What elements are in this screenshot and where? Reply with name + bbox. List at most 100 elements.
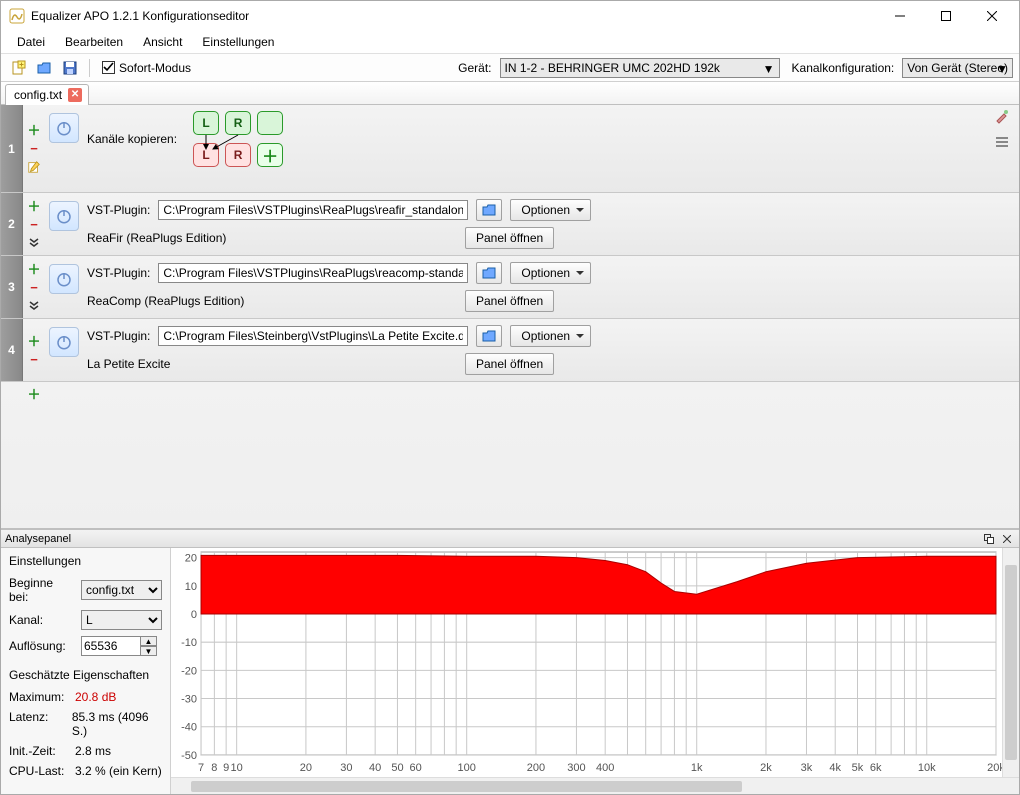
svg-text:30: 30 <box>340 762 352 774</box>
init-time-label: Init.-Zeit: <box>9 744 67 758</box>
svg-text:6k: 6k <box>870 762 882 774</box>
options-button[interactable]: Optionen <box>510 199 591 221</box>
device-select[interactable]: IN 1-2 - BEHRINGER UMC 202HD 192k ▼ <box>500 58 780 78</box>
svg-text:50: 50 <box>391 762 403 774</box>
svg-text:400: 400 <box>596 762 614 774</box>
save-file-button[interactable] <box>59 57 81 79</box>
edit-filter-button[interactable] <box>26 159 42 175</box>
row-number: 3 <box>1 256 23 318</box>
open-panel-button[interactable]: Panel öffnen <box>465 227 554 249</box>
row-controls: ＋ − <box>23 105 45 192</box>
step-down-button[interactable]: ▼ <box>141 646 157 656</box>
svg-text:3k: 3k <box>801 762 813 774</box>
begin-at-select[interactable]: config.txt <box>81 580 162 600</box>
add-filter-button[interactable]: ＋ <box>26 123 42 139</box>
resolution-label: Auflösung: <box>9 639 75 653</box>
remove-filter-button[interactable]: − <box>26 216 42 232</box>
chevron-down-icon: ▼ <box>996 62 1008 76</box>
undock-button[interactable] <box>981 532 997 546</box>
color-picker-button[interactable] <box>989 105 1015 127</box>
menu-view[interactable]: Ansicht <box>133 33 192 51</box>
channel-config-label: Kanalkonfiguration: <box>792 61 895 75</box>
instant-mode-label: Sofort-Modus <box>119 61 191 75</box>
resolution-input[interactable] <box>81 636 141 656</box>
analysis-panel: Analysepanel Einstellungen Beginne bei: … <box>1 529 1019 794</box>
svg-text:5k: 5k <box>852 762 864 774</box>
titlebar: Equalizer APO 1.2.1 Konfigurationseditor <box>1 1 1019 31</box>
max-label: Maximum: <box>9 690 67 704</box>
app-icon <box>9 8 25 24</box>
step-up-button[interactable]: ▲ <box>141 636 157 646</box>
tab-config[interactable]: config.txt ✕ <box>5 84 89 105</box>
filter-row: 3 ＋ − VST-Plugin: Optionen ReaComp (ReaP… <box>1 256 1019 319</box>
vst-plugin-label: VST-Plugin: <box>87 329 150 343</box>
channel-src-R[interactable]: R <box>225 111 251 135</box>
filter-power-button[interactable] <box>49 327 79 357</box>
browse-button[interactable] <box>476 262 502 284</box>
browse-button[interactable] <box>476 325 502 347</box>
window-title: Equalizer APO 1.2.1 Konfigurationseditor <box>31 9 877 23</box>
new-file-button[interactable] <box>7 57 29 79</box>
frequency-response-chart[interactable]: 20100-10-20-30-40-5078910203040506010020… <box>171 548 1019 777</box>
svg-text:0: 0 <box>191 609 197 621</box>
analysis-settings: Einstellungen Beginne bei: config.txt Ka… <box>1 548 171 794</box>
channel-select[interactable]: L <box>81 610 162 630</box>
minimize-button[interactable] <box>877 1 923 31</box>
cpu-load-value: 3.2 % (ein Kern) <box>75 764 162 778</box>
filter-power-button[interactable] <box>49 264 79 294</box>
open-panel-button[interactable]: Panel öffnen <box>465 290 554 312</box>
options-button[interactable]: Optionen <box>510 262 591 284</box>
svg-text:10k: 10k <box>918 762 936 774</box>
open-panel-button[interactable]: Panel öffnen <box>465 353 554 375</box>
options-button[interactable]: Optionen <box>510 325 591 347</box>
filter-power-button[interactable] <box>49 201 79 231</box>
add-filter-button[interactable]: ＋ <box>26 261 42 277</box>
remove-filter-button[interactable]: − <box>26 141 42 157</box>
add-filter-button[interactable]: ＋ <box>26 333 42 349</box>
channel-config-value: Von Gerät (Stereo) <box>907 61 1008 75</box>
vst-path-input[interactable] <box>158 263 468 283</box>
channel-dst-R[interactable]: R <box>225 143 251 167</box>
channel-config-select[interactable]: Von Gerät (Stereo) ▼ <box>902 58 1013 78</box>
filter-label: Kanäle kopieren: <box>87 132 177 146</box>
append-filter-button[interactable]: ＋ <box>26 386 42 402</box>
instant-mode-checkbox[interactable]: Sofort-Modus <box>102 61 191 75</box>
latency-value: 85.3 ms (4096 S.) <box>72 710 162 738</box>
svg-text:20: 20 <box>185 553 197 565</box>
svg-text:10: 10 <box>185 581 197 593</box>
menu-settings[interactable]: Einstellungen <box>192 33 284 51</box>
maximize-button[interactable] <box>923 1 969 31</box>
max-value: 20.8 dB <box>75 690 116 704</box>
expand-button[interactable] <box>26 234 42 250</box>
channel-src-blank[interactable] <box>257 111 283 135</box>
remove-filter-button[interactable]: − <box>26 279 42 295</box>
add-filter-button[interactable]: ＋ <box>26 198 42 214</box>
svg-text:2k: 2k <box>760 762 772 774</box>
close-panel-button[interactable] <box>999 532 1015 546</box>
analysis-title: Analysepanel <box>5 533 71 545</box>
menu-file[interactable]: Datei <box>7 33 55 51</box>
menu-bar: Datei Bearbeiten Ansicht Einstellungen <box>1 31 1019 53</box>
close-button[interactable] <box>969 1 1015 31</box>
channel-add-button[interactable]: ＋ <box>257 143 283 167</box>
channel-dst-L[interactable]: L <box>193 143 219 167</box>
open-file-button[interactable] <box>33 57 55 79</box>
menu-edit[interactable]: Bearbeiten <box>55 33 133 51</box>
chart-horizontal-scrollbar[interactable] <box>171 777 1019 794</box>
vst-path-input[interactable] <box>158 200 468 220</box>
remove-filter-button[interactable]: − <box>26 351 42 367</box>
row-number: 2 <box>1 193 23 255</box>
channel-src-L[interactable]: L <box>193 111 219 135</box>
expand-button[interactable] <box>26 297 42 313</box>
close-tab-icon[interactable]: ✕ <box>68 88 82 102</box>
add-row: ＋ <box>1 382 1019 406</box>
filter-row: 2 ＋ − VST-Plugin: Optionen ReaFir (ReaPl… <box>1 193 1019 256</box>
vst-path-input[interactable] <box>158 326 468 346</box>
chart-vertical-scrollbar[interactable] <box>1002 548 1019 777</box>
browse-button[interactable] <box>476 199 502 221</box>
filter-power-button[interactable] <box>49 113 79 143</box>
vst-plugin-label: VST-Plugin: <box>87 203 150 217</box>
resolution-stepper[interactable]: ▲▼ <box>81 636 157 656</box>
svg-text:10: 10 <box>231 762 243 774</box>
row-mode-button[interactable] <box>989 131 1015 153</box>
